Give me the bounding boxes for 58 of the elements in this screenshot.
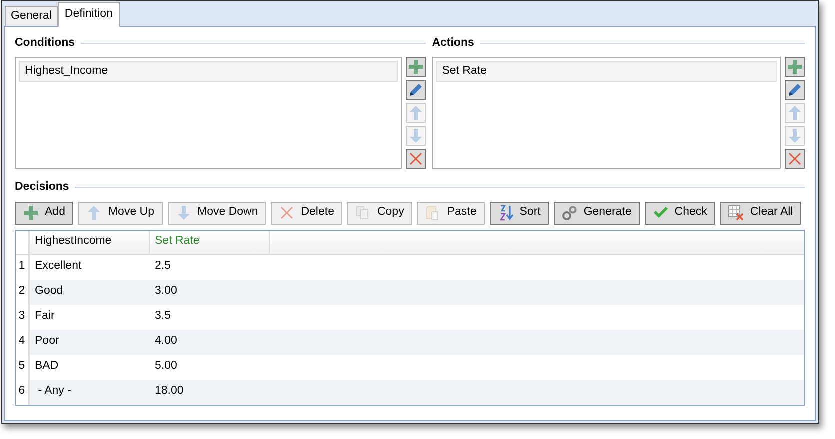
close-icon: [787, 151, 804, 168]
close-icon: [279, 205, 296, 221]
add-button[interactable]: [406, 57, 426, 78]
checkmark-icon: [652, 205, 669, 221]
edit-button[interactable]: [785, 80, 806, 100]
up-arrow-icon: [787, 105, 804, 122]
column-header[interactable]: HighestIncome: [30, 230, 150, 254]
up-arrow-icon: [408, 105, 424, 122]
copy-icon: [355, 205, 372, 221]
gears-icon: [562, 205, 578, 221]
down-arrow-icon: [787, 128, 804, 144]
delete-button[interactable]: [406, 149, 426, 170]
plus-icon: [408, 59, 424, 76]
table-cell-text: Excellent: [34, 259, 83, 274]
clipboard-icon: [425, 205, 442, 221]
row-number: 6: [16, 380, 30, 404]
section-title: Decisions: [15, 180, 70, 196]
delete-button[interactable]: [785, 149, 806, 170]
up-arrow-icon: [86, 205, 102, 221]
table-cell-text: 4.00: [154, 334, 178, 350]
row-number: 1: [16, 254, 30, 280]
plus-icon: [23, 205, 39, 221]
column-header[interactable]: Set Rate: [150, 230, 270, 254]
section-title: Actions: [432, 36, 474, 51]
add-button[interactable]: [785, 57, 806, 78]
pencil-icon: [787, 82, 804, 98]
toolbar-button[interactable]: Add: [15, 202, 74, 224]
table-cell-text: BAD: [34, 359, 60, 374]
sort-icon: [498, 205, 514, 221]
row-number: 2: [16, 280, 30, 304]
table-cell-text: 2.5: [154, 259, 172, 274]
table-cell-text: 5.00: [154, 359, 178, 374]
section-title: Conditions: [15, 36, 76, 51]
table-cell-text: 18.00: [154, 384, 185, 400]
row-number: 4: [16, 330, 30, 354]
plus-icon: [787, 59, 804, 76]
table-cell-text: Good: [34, 284, 64, 300]
row-number: 3: [16, 304, 30, 330]
table-cell-text: - Any -: [37, 384, 72, 400]
toolbar-button[interactable]: Generate: [554, 202, 640, 224]
toolbar-button[interactable]: Clear All: [720, 202, 802, 224]
pencil-icon: [408, 82, 424, 98]
edit-button[interactable]: [406, 80, 426, 100]
list-item[interactable]: Highest_Income: [19, 61, 398, 82]
toolbar-button[interactable]: Sort: [490, 202, 549, 224]
close-icon: [408, 151, 424, 168]
toolbar-button[interactable]: Check: [644, 202, 716, 224]
list-item[interactable]: Set Rate: [436, 61, 778, 82]
down-arrow-icon: [408, 128, 424, 144]
tab[interactable]: General: [5, 6, 58, 26]
table-cell-text: 3.5: [154, 309, 172, 324]
table-cell-text: Poor: [34, 334, 60, 350]
down-arrow-icon: [176, 205, 192, 221]
table-cell-text: 3.00: [154, 284, 178, 300]
row-number: 5: [16, 354, 30, 380]
table-cell-text: Fair: [34, 309, 56, 324]
tab[interactable]: Definition: [58, 2, 120, 27]
grid-clear-icon: [728, 205, 744, 221]
